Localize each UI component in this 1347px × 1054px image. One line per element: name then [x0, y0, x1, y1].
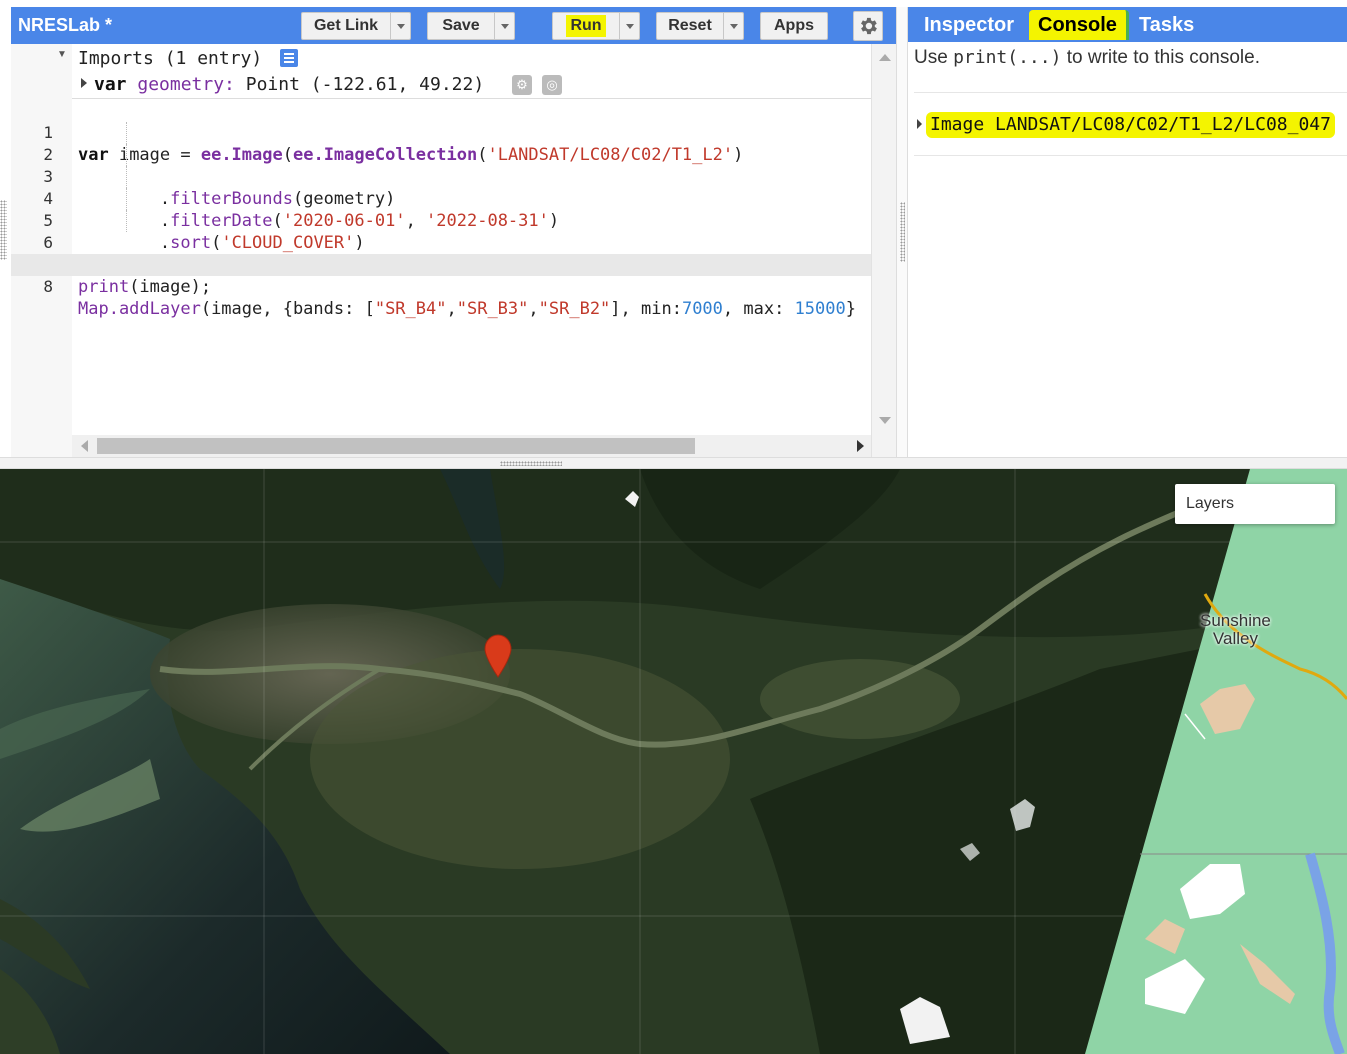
geometry-visibility-icon[interactable]: ◎ [542, 75, 562, 95]
console-output-row[interactable]: Image LANDSAT/LC08/C02/T1_L2/LC08_047 [914, 112, 1347, 138]
script-title: NRESLab * [18, 15, 113, 35]
geometry-var-name: geometry: [137, 74, 235, 95]
scroll-down-icon[interactable] [879, 417, 891, 424]
run-label: Run [566, 15, 606, 37]
line-number: 8 [43, 277, 53, 296]
save-dropdown[interactable] [494, 13, 514, 39]
collapse-icon[interactable]: ▼ [57, 49, 67, 60]
apps-label: Apps [774, 17, 814, 34]
scroll-left-icon[interactable] [81, 440, 88, 452]
vertical-scrollbar[interactable] [871, 44, 896, 457]
chevron-down-icon [396, 23, 405, 29]
code-line[interactable]: 5 .first()); [11, 188, 871, 275]
code-line[interactable]: 6 [11, 210, 871, 252]
gear-icon [861, 17, 877, 35]
get-link-label: Get Link [313, 17, 378, 34]
imports-section: ▼ Imports (1 entry) var geometry: Point … [11, 44, 871, 99]
satellite-imagery [0, 469, 1347, 1054]
vertical-resize-handle[interactable] [896, 7, 908, 457]
geometry-import[interactable]: var geometry: Point (-122.61, 49.22) [78, 74, 484, 95]
console-hint: Use print(...) to write to this console. [914, 47, 1260, 68]
tab-console[interactable]: Console [1029, 10, 1129, 40]
scroll-right-icon[interactable] [857, 440, 864, 452]
code-line[interactable]: 3 .filterDate('2020-06-01', '2022-08-31'… [11, 144, 871, 231]
save-label: Save [442, 17, 480, 34]
code-line[interactable]: 2 .filterBounds(geometry) [11, 122, 871, 209]
imports-header[interactable]: Imports (1 entry) [78, 48, 262, 69]
console-panel: Use print(...) to write to this console.… [908, 42, 1347, 457]
code-line[interactable]: 1 var image = ee.Image(ee.ImageCollectio… [11, 100, 871, 165]
left-resize-handle[interactable] [0, 200, 7, 260]
geometry-settings-icon[interactable]: ⚙ [512, 75, 532, 95]
code-line[interactable]: 4 .sort('CLOUD_COVER') [11, 166, 871, 253]
horizontal-resize-handle[interactable] [0, 457, 1347, 469]
tab-tasks[interactable]: Tasks [1130, 10, 1203, 40]
code-lines[interactable]: 1 var image = ee.Image(ee.ImageCollectio… [11, 100, 871, 319]
tab-inspector[interactable]: Inspector [915, 10, 1023, 40]
scroll-up-icon[interactable] [879, 54, 891, 61]
chevron-down-icon [729, 23, 738, 29]
reset-button[interactable]: Reset [656, 12, 744, 40]
right-panel-tabs: Inspector Console Tasks [908, 7, 1347, 42]
map-place-label: Sunshine Valley [1200, 611, 1271, 648]
expand-caret-icon[interactable] [917, 119, 922, 129]
save-button[interactable]: Save [427, 12, 515, 40]
settings-button[interactable] [853, 11, 883, 41]
code-line-active[interactable]: 8 Map.addLayer(image, {bands: ["SR_B4","… [11, 254, 871, 319]
editor-toolbar: NRESLab * Get Link Save Run Reset Apps [11, 7, 896, 44]
map-view[interactable]: Layers Sunshine Valley [0, 469, 1347, 1054]
chevron-down-icon [500, 23, 509, 29]
apps-button[interactable]: Apps [760, 12, 828, 40]
horizontal-scrollbar[interactable] [72, 435, 871, 457]
console-output-text[interactable]: Image LANDSAT/LC08/C02/T1_L2/LC08_047 [926, 112, 1335, 138]
document-icon[interactable] [280, 49, 298, 67]
layers-button[interactable]: Layers [1175, 484, 1335, 524]
run-button[interactable]: Run [552, 12, 640, 40]
scrollbar-thumb[interactable] [97, 438, 695, 454]
reset-dropdown[interactable] [723, 13, 743, 39]
get-link-button[interactable]: Get Link [301, 12, 411, 40]
chevron-down-icon [625, 23, 634, 29]
get-link-dropdown[interactable] [390, 13, 410, 39]
geometry-value: Point (-122.61, 49.22) [245, 74, 485, 95]
run-dropdown[interactable] [619, 13, 639, 39]
reset-label: Reset [668, 17, 712, 34]
code-line[interactable]: 7 print(image); [11, 232, 871, 297]
code-editor[interactable]: ▼ Imports (1 entry) var geometry: Point … [11, 44, 896, 457]
